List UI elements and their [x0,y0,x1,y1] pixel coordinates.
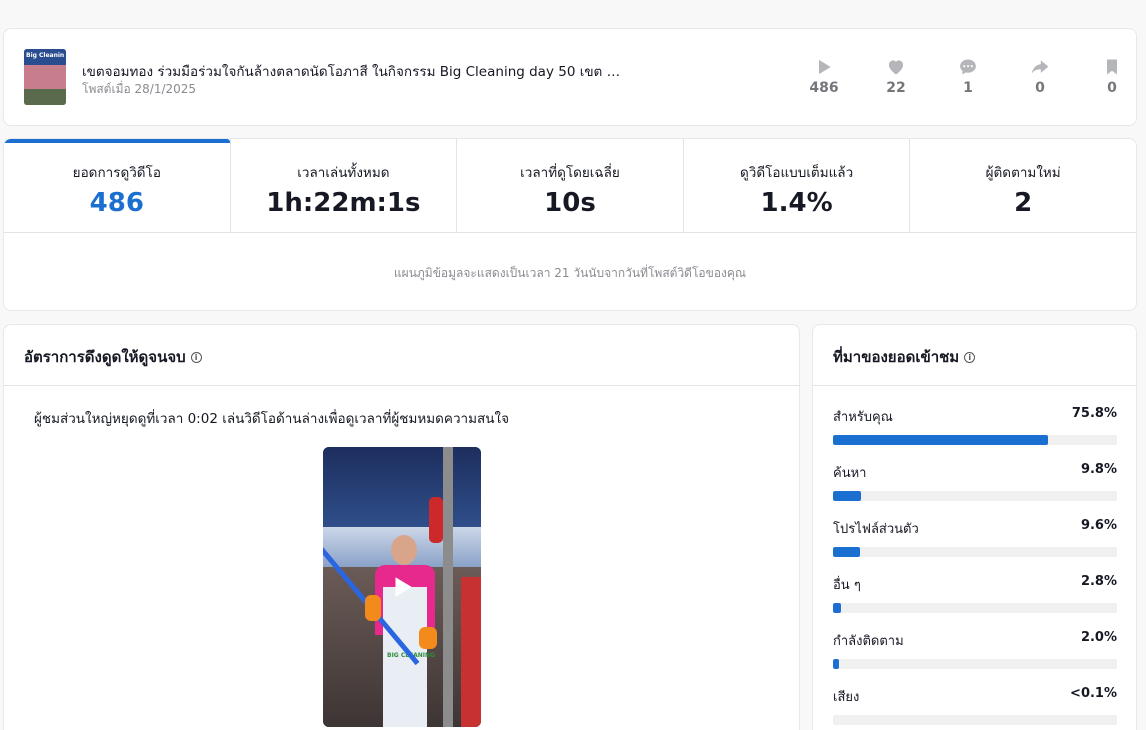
metric-value: 1h:22m:1s [266,188,421,218]
source-bar-track [833,715,1117,725]
stat-views-value: 486 [809,80,839,96]
traffic-source-for-you: สำหรับคุณ 75.8% [833,406,1117,445]
retention-card: อัตราการดึงดูดให้ดูจนจบ i ผู้ชมส่วนใหญ่ห… [3,324,800,730]
retention-header: อัตราการดึงดูดให้ดูจนจบ i [4,325,799,386]
video-thumbnail[interactable]: Big Cleaning Day [24,49,66,105]
traffic-title: ที่มาของยอดเข้าชม i [833,345,976,369]
traffic-source-sound: เสียง <0.1% [833,686,1117,725]
source-bar-fill [833,659,839,669]
metric-tab-total-play-time[interactable]: เวลาเล่นทั้งหมด 1h:22m:1s [229,139,457,232]
post-title[interactable]: เขตจอมทอง ร่วมมือร่วมใจกันล้างตลาดนัดโอภ… [82,60,622,82]
retention-title-text: อัตราการดึงดูดให้ดูจนจบ [24,348,186,366]
post-stats: 486 22 1 0 0 [788,57,1146,96]
stat-views: 486 [788,57,860,96]
metric-label: เวลาเล่นทั้งหมด [297,165,390,181]
info-icon[interactable]: i [964,351,976,363]
play-icon [788,57,860,79]
post-date: โพสต์เมื่อ 28/1/2025 [82,82,197,96]
metric-value: 486 [89,188,144,218]
source-bar-track [833,435,1117,445]
play-icon[interactable] [389,574,415,600]
traffic-source-profile: โปรไฟล์ส่วนตัว 9.6% [833,518,1117,557]
stat-saves-value: 0 [1107,80,1117,96]
bookmark-icon [1076,57,1146,79]
info-icon[interactable]: i [190,351,202,363]
chart-pending-note: แผนภูมิข้อมูลจะแสดงเป็นเวลา 21 วันนับจาก… [393,266,747,280]
traffic-source-card: ที่มาของยอดเข้าชม i สำหรับคุณ 75.8% ค้นหา… [812,324,1137,730]
traffic-title-text: ที่มาของยอดเข้าชม [833,348,960,366]
source-value: 9.8% [1080,462,1117,477]
metric-tab-new-followers[interactable]: ผู้ติดตามใหม่ 2 [909,139,1136,232]
traffic-header: ที่มาของยอดเข้าชม i [813,325,1136,386]
source-value: 9.6% [1080,518,1117,533]
metrics-card: ยอดการดูวิดีโอ 486 เวลาเล่นทั้งหมด 1h:22… [3,138,1137,311]
retention-description: ผู้ชมส่วนใหญ่หยุดดูที่เวลา 0:02 เล่นวิดี… [34,411,509,427]
stat-saves: 0 [1076,57,1146,96]
metric-tab-average-watch-time[interactable]: เวลาที่ดูโดยเฉลี่ย 10s [456,139,683,232]
stat-shares: 0 [1004,57,1076,96]
source-value: 75.8% [1071,406,1117,421]
source-bar-track [833,659,1117,669]
source-bar-fill [833,491,861,501]
source-bar-track [833,603,1117,613]
stat-comments-value: 1 [963,80,973,96]
metric-value: 1.4% [760,188,833,218]
stat-likes-value: 22 [886,80,906,96]
retention-title: อัตราการดึงดูดให้ดูจนจบ i [24,345,202,369]
share-icon [1004,57,1076,79]
source-value: <0.1% [1070,686,1117,701]
video-player[interactable]: BIG CLEANING [323,447,481,727]
source-label: อื่น ๆ [833,578,861,593]
source-label: โปรไฟล์ส่วนตัว [833,522,919,537]
source-value: 2.0% [1080,630,1117,645]
metric-value: 10s [544,188,596,218]
traffic-source-following: กำลังติดตาม 2.0% [833,630,1117,669]
source-label: กำลังติดตาม [833,634,904,649]
source-bar-track [833,491,1117,501]
stat-comments: 1 [932,57,1004,96]
metric-label: ผู้ติดตามใหม่ [985,165,1061,181]
metrics-tabs: ยอดการดูวิดีโอ 486 เวลาเล่นทั้งหมด 1h:22… [4,139,1136,233]
source-bar-fill [833,603,841,613]
source-bar-track [833,547,1117,557]
metric-tab-video-views[interactable]: ยอดการดูวิดีโอ 486 [4,139,230,232]
metric-label: เวลาที่ดูโดยเฉลี่ย [520,165,620,181]
comment-icon [932,57,1004,79]
source-label: สำหรับคุณ [833,410,893,425]
stat-likes: 22 [860,57,932,96]
heart-icon [860,57,932,79]
metric-label: ดูวิดีโอแบบเต็มแล้ว [740,165,854,181]
source-label: เสียง [833,690,860,705]
traffic-source-other: อื่น ๆ 2.8% [833,574,1117,613]
source-label: ค้นหา [833,466,867,481]
stat-shares-value: 0 [1035,80,1045,96]
source-value: 2.8% [1080,574,1117,589]
metric-value: 2 [1014,188,1033,218]
source-bar-fill [833,547,861,557]
metric-label: ยอดการดูวิดีโอ [72,165,161,181]
metric-tab-watched-full-video[interactable]: ดูวิดีโอแบบเต็มแล้ว 1.4% [682,139,910,232]
post-summary-card: Big Cleaning Day เขตจอมทอง ร่วมมือร่วมใจ… [3,28,1137,126]
thumbnail-caption: Big Cleaning Day [26,52,64,59]
source-bar-fill [833,435,1049,445]
traffic-source-search: ค้นหา 9.8% [833,462,1117,501]
